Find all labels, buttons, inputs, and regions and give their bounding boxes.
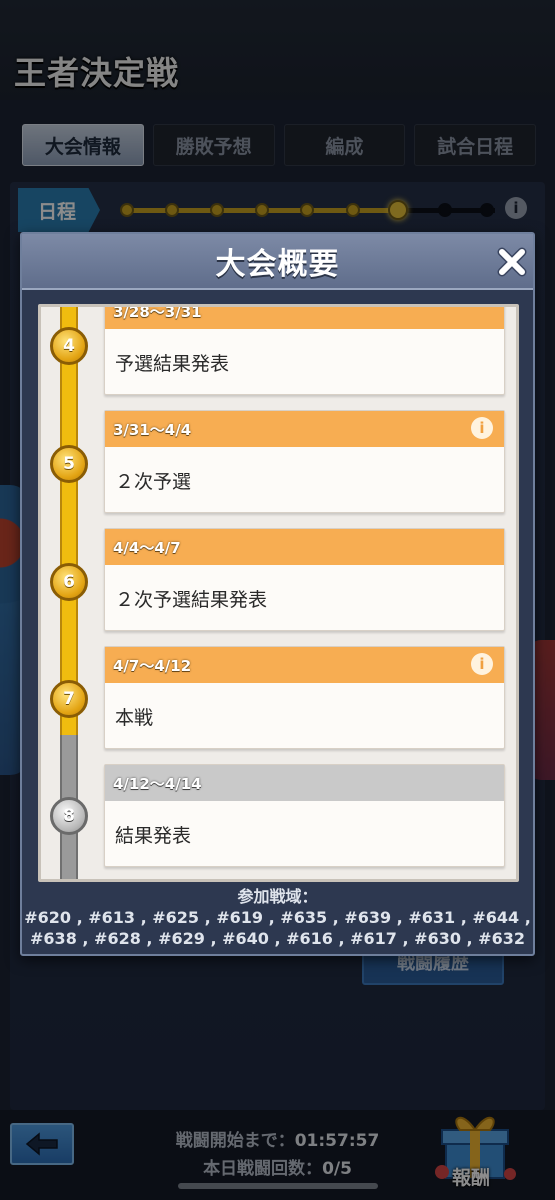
participants-label: 参加戦域： [237, 887, 318, 906]
entry-dates: 3/28～3/31 [105, 307, 504, 329]
entry-title: 本戦 [115, 707, 154, 729]
entry-dates: 3/31～4/4 [105, 411, 504, 447]
entry-dates: 4/12～4/14 [105, 765, 504, 801]
participants-line: #638 , #628 , #629 , #640 , #616 , #617 … [30, 929, 525, 948]
entry-dates: 4/7～4/12 [105, 647, 504, 683]
schedule-list[interactable]: 3/28～3/31 予選結果発表 4 3/31～4/4 ２次予選 i 5 4/4… [38, 304, 519, 882]
dialog-title: 大会概要 [215, 247, 340, 282]
entry-title: 予選結果発表 [115, 353, 230, 375]
entry-title: ２次予選 [115, 471, 192, 493]
schedule-entry: 3/28～3/31 予選結果発表 [104, 307, 505, 395]
step-badge: 4 [50, 327, 88, 365]
step-badge: 5 [50, 445, 88, 483]
info-icon[interactable]: i [471, 417, 493, 439]
participants-line: #620 , #613 , #625 , #619 , #635 , #639 … [24, 908, 531, 927]
schedule-entry: 4/7～4/12 本戦 i [104, 646, 505, 749]
tournament-overview-dialog: 大会概要 3/28～3/31 予選結果発表 4 3/31～4/4 ２次予選 i … [20, 232, 535, 956]
step-badge: 7 [50, 680, 88, 718]
info-icon[interactable]: i [471, 653, 493, 675]
close-button[interactable] [496, 246, 528, 278]
schedule-entry: 4/12～4/14 結果発表 [104, 764, 505, 867]
dialog-header: 大会概要 [22, 234, 533, 290]
schedule-entry: 3/31～4/4 ２次予選 i [104, 410, 505, 513]
step-badge: 6 [50, 563, 88, 601]
step-badge: 8 [50, 797, 88, 835]
entry-title: 結果発表 [115, 825, 192, 847]
schedule-entry: 4/4～4/7 ２次予選結果発表 [104, 528, 505, 631]
entry-title: ２次予選結果発表 [115, 589, 268, 611]
participating-regions: 参加戦域： #620 , #613 , #625 , #619 , #635 ,… [22, 886, 533, 949]
entry-dates: 4/4～4/7 [105, 529, 504, 565]
close-icon [497, 247, 527, 277]
